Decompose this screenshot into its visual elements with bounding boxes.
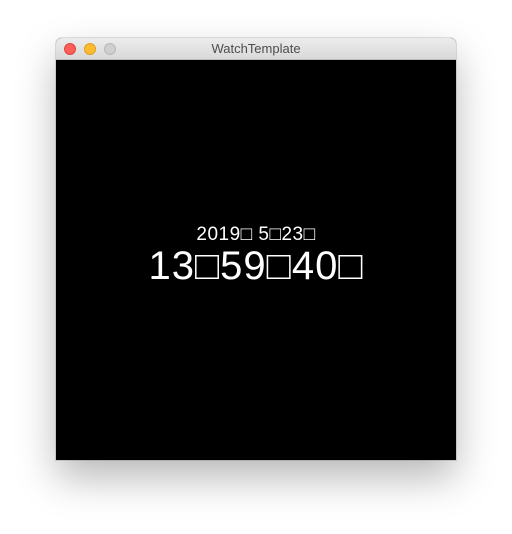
title-bar[interactable]: WatchTemplate [56, 38, 456, 60]
app-window: WatchTemplate 2019□ 5□23□ 13□59□40□ [56, 38, 456, 460]
window-title: WatchTemplate [211, 41, 301, 56]
clock-canvas: 2019□ 5□23□ 13□59□40□ [56, 60, 456, 460]
time-label: 13□59□40□ [148, 244, 364, 288]
date-label: 2019□ 5□23□ [196, 224, 316, 245]
